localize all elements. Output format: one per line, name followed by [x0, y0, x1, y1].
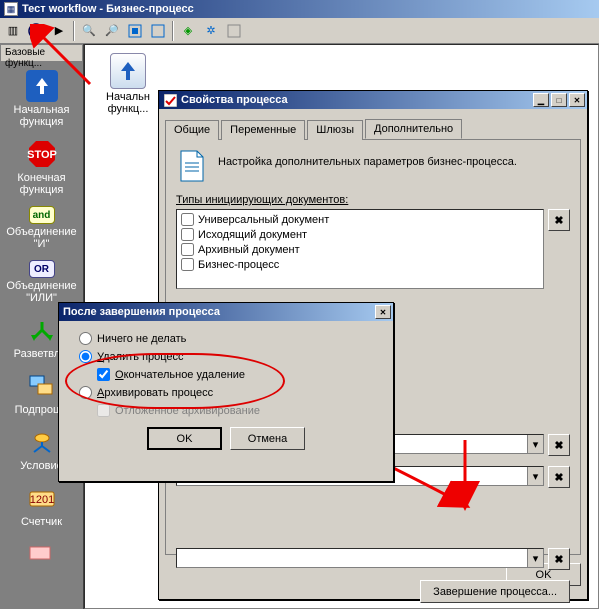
grid-button[interactable]: [147, 20, 169, 42]
dropdown-button[interactable]: ▾: [527, 549, 543, 567]
tool-button[interactable]: ◈: [177, 20, 199, 42]
completion-button[interactable]: Завершение процесса...: [420, 580, 570, 603]
tab-strip: Общие Переменные Шлюзы Дополнительно: [165, 119, 581, 140]
palette-item-start[interactable]: Начальная функция: [0, 68, 83, 136]
zoom-in-icon: 🔍: [82, 24, 96, 37]
svg-text:1201: 1201: [29, 494, 53, 506]
option-permanent-delete[interactable]: Окончательное удаление: [97, 368, 387, 381]
gear-icon: ✲: [206, 24, 215, 37]
fit-icon: [128, 24, 142, 38]
properties-button[interactable]: ▥: [2, 20, 24, 42]
type-checkbox[interactable]: [181, 213, 194, 226]
tool-button[interactable]: ✲: [200, 20, 222, 42]
tab-variables[interactable]: Переменные: [221, 120, 305, 140]
run-button[interactable]: ▶: [48, 20, 70, 42]
type-checkbox[interactable]: [181, 258, 194, 271]
diamond-icon: ◈: [184, 24, 192, 37]
delete-button[interactable]: ✖: [548, 548, 570, 570]
dialog-title: Свойства процесса: [181, 94, 288, 106]
delete-button[interactable]: ✖: [548, 466, 570, 488]
palette-item-and[interactable]: and Объединение "И": [0, 204, 83, 258]
maximize-button[interactable]: □: [551, 93, 567, 107]
window-title: Тест workflow - Бизнес-процесс: [22, 3, 194, 15]
toolbar-separator: [172, 21, 174, 41]
ok-button[interactable]: OK: [147, 427, 222, 450]
close-button[interactable]: ✕: [569, 93, 585, 107]
tab-advanced[interactable]: Дополнительно: [365, 119, 462, 139]
zoom-out-icon: 🔎: [105, 24, 119, 37]
info-icon: i: [28, 23, 44, 39]
palette-item-more[interactable]: [0, 536, 83, 580]
tab-general[interactable]: Общие: [165, 120, 219, 140]
dropdown-button[interactable]: ▾: [527, 467, 543, 485]
dialog-titlebar[interactable]: Свойства процесса ▁ □ ✕: [159, 91, 587, 109]
palette-item-counter[interactable]: 1201 Счетчик: [0, 480, 83, 536]
minimize-button[interactable]: ▁: [533, 93, 549, 107]
start-node-icon: [110, 53, 146, 89]
tab-gateways[interactable]: Шлюзы: [307, 120, 363, 140]
app-icon: ▦: [4, 2, 18, 16]
palette-item-end[interactable]: STOP Конечная функция: [0, 136, 83, 204]
play-icon: ▶: [55, 24, 63, 37]
grid-icon: [151, 24, 165, 38]
combo-field[interactable]: ▾: [176, 548, 544, 568]
subprocess-icon: [26, 370, 58, 402]
type-checkbox[interactable]: [181, 228, 194, 241]
types-label: Типы инициирующих документов:: [176, 194, 570, 206]
list-item[interactable]: Архивный документ: [179, 242, 541, 257]
zoom-out-button[interactable]: 🔎: [101, 20, 123, 42]
panel-icon: ▥: [8, 24, 18, 37]
canvas-start-node[interactable]: Начальн функц...: [105, 53, 151, 115]
dialog-title: После завершения процесса: [63, 306, 220, 318]
delete-type-button[interactable]: ✖: [548, 209, 570, 231]
types-listbox[interactable]: Универсальный документ Исходящий докумен…: [176, 209, 544, 289]
stop-icon: STOP: [26, 138, 58, 170]
list-item[interactable]: Универсальный документ: [179, 212, 541, 227]
main-window-titlebar: ▦ Тест workflow - Бизнес-процесс: [0, 0, 599, 18]
option-do-nothing[interactable]: Ничего не делать: [79, 332, 387, 345]
dropdown-button[interactable]: ▾: [527, 435, 543, 453]
option-deferred-archive: Отложенное архивирование: [97, 404, 387, 417]
list-item[interactable]: Исходящий документ: [179, 227, 541, 242]
x-icon: ✖: [554, 214, 563, 227]
toolbar-separator: [73, 21, 75, 41]
cancel-button[interactable]: Отмена: [230, 427, 305, 450]
option-archive[interactable]: Архивировать процесс: [79, 386, 387, 399]
bracket-icon: [227, 24, 241, 38]
checkbox-deferred: [97, 404, 110, 417]
branch-icon: [26, 314, 58, 346]
more-icon: [26, 538, 58, 570]
close-button[interactable]: ✕: [375, 305, 391, 319]
option-delete[interactable]: Удалить процесс: [79, 350, 387, 363]
or-icon: OR: [29, 260, 55, 278]
info-button[interactable]: i: [25, 20, 47, 42]
radio-do-nothing[interactable]: [79, 332, 92, 345]
checkbox-icon: [163, 93, 177, 107]
document-icon: [176, 150, 208, 182]
checkbox-permanent[interactable]: [97, 368, 110, 381]
condition-icon: [26, 426, 58, 458]
after-completion-dialog: После завершения процесса ✕ Ничего не де…: [58, 302, 394, 482]
x-icon: ✖: [554, 553, 563, 566]
start-icon: [26, 70, 58, 102]
delete-var-button[interactable]: ✖: [548, 434, 570, 456]
sidebar-tab[interactable]: Базовые функц...: [0, 44, 83, 62]
x-icon: ✖: [554, 471, 563, 484]
and-icon: and: [29, 206, 55, 224]
tool-button[interactable]: [223, 20, 245, 42]
counter-icon: 1201: [26, 482, 58, 514]
x-icon: ✖: [554, 439, 563, 452]
dialog-titlebar[interactable]: После завершения процесса ✕: [59, 303, 393, 321]
main-toolbar: ▥ i ▶ 🔍 🔎 ◈ ✲: [0, 18, 599, 44]
svg-text:STOP: STOP: [27, 149, 57, 161]
radio-delete[interactable]: [79, 350, 92, 363]
zoom-in-button[interactable]: 🔍: [78, 20, 100, 42]
type-checkbox[interactable]: [181, 243, 194, 256]
info-text: Настройка дополнительных параметров бизн…: [218, 150, 517, 168]
list-item[interactable]: Бизнес-процесс: [179, 257, 541, 272]
radio-archive[interactable]: [79, 386, 92, 399]
svg-text:i: i: [34, 26, 38, 38]
fit-button[interactable]: [124, 20, 146, 42]
